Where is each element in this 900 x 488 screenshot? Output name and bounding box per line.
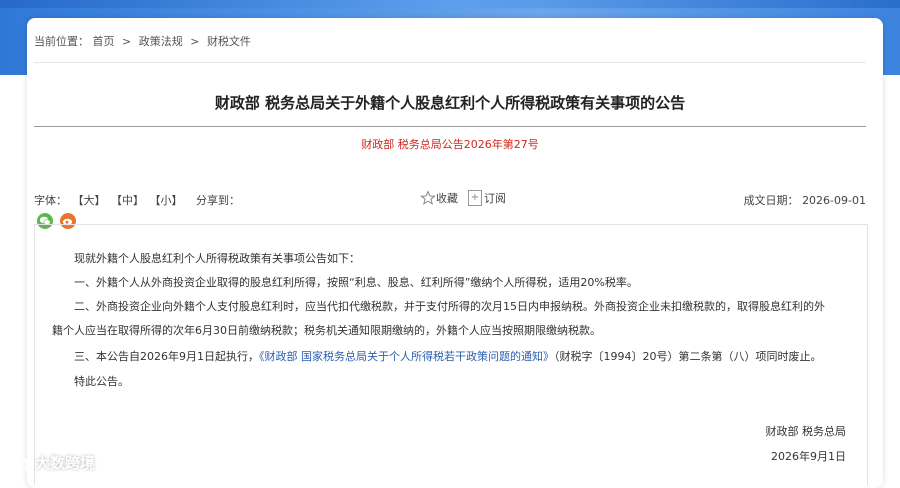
breadcrumb-policy[interactable]: 政策法规 xyxy=(139,35,183,48)
article-toolbar: 字体： 【大】 【中】 【小】 分享到： 收藏 + 订阅 成文日期： 2026-… xyxy=(34,190,866,208)
font-small-button[interactable]: 【小】 xyxy=(150,194,183,207)
paragraph-3: 三、本公告自2026年9月1日起执行，《财政部 国家税务总局关于个人所得税若干政… xyxy=(74,348,822,364)
breadcrumb-tax-docs[interactable]: 财税文件 xyxy=(207,35,251,48)
font-medium-button[interactable]: 【中】 xyxy=(111,194,144,207)
subscribe-button[interactable]: + 订阅 xyxy=(458,190,506,206)
action-buttons: 收藏 + 订阅 xyxy=(420,190,506,206)
share-label: 分享到： xyxy=(196,194,240,207)
breadcrumb: 当前位置： 首页 > 政策法规 > 财税文件 xyxy=(34,33,251,49)
issue-date: 成文日期： 2026-09-01 xyxy=(744,192,866,208)
breadcrumb-separator: > xyxy=(190,35,200,48)
document-number: 财政部 税务总局公告2026年第27号 xyxy=(361,138,539,151)
font-size-controls: 字体： 【大】 【中】 【小】 分享到： xyxy=(34,192,242,208)
font-label: 字体： xyxy=(34,194,67,207)
watermark: 大数跨境 xyxy=(6,452,95,473)
paragraph-2: 二、外商投资企业向外籍个人支付股息红利时，应当代扣代缴税款，并于支付所得的次月1… xyxy=(74,300,825,313)
breadcrumb-prefix: 当前位置： xyxy=(34,35,89,48)
subscribe-icon: + xyxy=(468,190,482,206)
page-title: 财政部 税务总局关于外籍个人股息红利个人所得税政策有关事项的公告 xyxy=(214,94,686,112)
paragraph-intro: 现就外籍个人股息红利个人所得税政策有关事项公告如下： xyxy=(74,252,360,265)
signature-org: 财政部 税务总局 xyxy=(765,425,847,438)
favorite-label: 收藏 xyxy=(436,192,458,205)
breadcrumb-separator: > xyxy=(122,35,132,48)
paragraph-1: 一、外籍个人从外商投资企业取得的股息红利所得，按照“利息、股息、红利所得”缴纳个… xyxy=(74,276,638,289)
divider xyxy=(34,62,866,63)
star-icon xyxy=(420,190,436,205)
header-strip xyxy=(0,0,900,8)
closing-text: 特此公告。 xyxy=(74,375,129,388)
watermark-logo-icon xyxy=(7,456,32,471)
subscribe-label: 订阅 xyxy=(484,192,506,205)
referenced-notice-link[interactable]: 《财政部 国家税务总局关于个人所得税若干政策问题的通知》 xyxy=(259,350,554,363)
title-divider xyxy=(34,126,866,127)
favorite-button[interactable]: 收藏 xyxy=(420,190,458,206)
breadcrumb-home[interactable]: 首页 xyxy=(93,35,115,48)
date-value: 2026-09-01 xyxy=(802,194,866,207)
watermark-text: 大数跨境 xyxy=(35,454,96,472)
signature-date: 2026年9月1日 xyxy=(771,450,846,463)
date-label: 成文日期： xyxy=(743,194,799,207)
font-large-button[interactable]: 【大】 xyxy=(73,194,106,207)
paragraph-2-cont: 籍个人应当在取得所得的次年6月30日前缴纳税款；税务机关通知限期缴纳的，外籍个人… xyxy=(52,324,601,337)
paragraph-3-text-end: （财税字〔1994〕20号）第二条第（八）项同时废止。 xyxy=(554,350,822,363)
paragraph-3-text: 三、本公告自2026年9月1日起执行， xyxy=(74,350,259,363)
